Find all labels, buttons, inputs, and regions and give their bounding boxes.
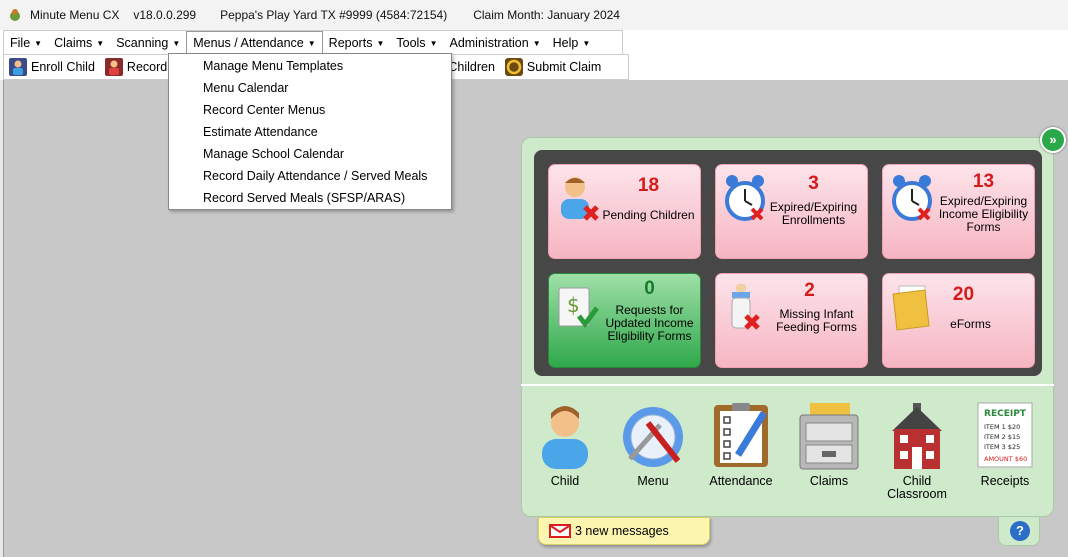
help-tab[interactable]: ? (998, 516, 1040, 546)
menu-administration-label: Administration (449, 35, 529, 50)
tile-count: 2 (804, 280, 815, 301)
menu-help[interactable]: Help ▼ (547, 32, 597, 54)
claim-month: Claim Month: January 2024 (473, 8, 620, 22)
menu-label: Menu (637, 474, 669, 488)
tile-count: 20 (952, 284, 975, 305)
record-icon (104, 58, 123, 76)
claims-button[interactable]: Claims (796, 401, 862, 488)
receipts-label: Receipts (980, 474, 1030, 488)
menu-claims[interactable]: Claims ▼ (48, 32, 110, 54)
enroll-child-label: Enroll Child (31, 60, 95, 74)
messages-label: 3 new messages (575, 524, 669, 538)
menu-estimate-attendance[interactable]: Estimate Attendance (169, 121, 451, 143)
menu-help-label: Help (552, 35, 579, 50)
tile-requests-income-forms[interactable]: $ 0 Requests for Updated Income Eligibil… (548, 273, 701, 368)
tile-pending-children[interactable]: 18 Pending Children (548, 164, 701, 259)
child-classroom-label: Child Classroom (887, 474, 947, 501)
children-label: Children (448, 60, 495, 74)
menu-menus-attendance[interactable]: Menus / Attendance ▼ (186, 30, 323, 55)
tile-label: Requests for Updated Income Eligibility … (605, 303, 694, 343)
svg-text:AMOUNT $60: AMOUNT $60 (984, 455, 1027, 463)
tile-eforms[interactable]: 20 eForms (882, 273, 1035, 368)
menu-menu-calendar[interactable]: Menu Calendar (169, 77, 451, 99)
menu-tools[interactable]: Tools ▼ (390, 32, 443, 54)
envelope-icon (549, 524, 571, 538)
app-version: v18.0.0.299 (133, 8, 197, 22)
menu-file-label: File (10, 35, 31, 50)
submit-claim-label: Submit Claim (526, 60, 602, 74)
alerts-panel: 18 Pending Children 3 Expired/Expiring E… (534, 150, 1042, 376)
tile-label: eForms (950, 317, 991, 331)
svg-text:RECEIPT: RECEIPT (984, 409, 1027, 419)
child-icon (532, 401, 598, 469)
tile-label: Expired/Expiring Enrollments (769, 200, 858, 227)
chevron-down-icon: ▼ (34, 38, 43, 48)
menu-reports-label: Reports (328, 35, 373, 50)
menu-bar: File ▼ Claims ▼ Scanning ▼ Menus / Attendan… (3, 30, 623, 55)
tile-count: 3 (808, 173, 819, 194)
tile-label: Pending Children (602, 208, 695, 222)
claims-label: Claims (809, 474, 849, 488)
submit-claim-button[interactable]: Submit Claim (500, 55, 606, 79)
menu-file[interactable]: File ▼ (4, 32, 48, 54)
svg-text:ITEM 2 $15: ITEM 2 $15 (984, 433, 1020, 441)
enroll-child-button[interactable]: Enroll Child (4, 55, 100, 79)
menu-scanning-label: Scanning (116, 35, 169, 50)
clipboard-checklist-icon (708, 401, 774, 469)
svg-text:ITEM 3 $25: ITEM 3 $25 (984, 443, 1020, 451)
chevron-down-icon: ▼ (532, 38, 541, 48)
child-button[interactable]: Child (532, 401, 598, 488)
chevron-down-icon: ▼ (96, 38, 105, 48)
menu-manage-menu-templates[interactable]: Manage Menu Templates (169, 55, 451, 77)
child-classroom-button[interactable]: Child Classroom (884, 401, 950, 501)
expand-panel-icon[interactable]: » (1040, 127, 1066, 153)
menu-manage-school-calendar[interactable]: Manage School Calendar (169, 143, 451, 165)
child-icon (9, 58, 27, 76)
chevron-down-icon: ▼ (307, 38, 316, 48)
tile-count: 0 (644, 278, 655, 299)
messages-tab[interactable]: 3 new messages (538, 517, 710, 545)
panel-divider (521, 384, 1054, 386)
tile-missing-infant-forms[interactable]: 2 Missing Infant Feeding Forms (715, 273, 868, 368)
tile-expiring-income-forms[interactable]: 13 Expired/Expiring Income Eligibility F… (882, 164, 1035, 259)
plate-fork-knife-icon (620, 401, 686, 469)
file-cabinet-icon (796, 401, 862, 470)
chevron-down-icon: ▼ (582, 38, 591, 48)
app-name: Minute Menu CX (30, 8, 120, 22)
svg-text:ITEM 1 $20: ITEM 1 $20 (984, 423, 1020, 431)
menu-menus-attendance-label: Menus / Attendance (193, 35, 304, 50)
help-icon: ? (1010, 521, 1030, 541)
attendance-label: Attendance (709, 474, 773, 488)
attendance-button[interactable]: Attendance (708, 401, 774, 488)
menu-scanning[interactable]: Scanning ▼ (110, 32, 186, 54)
app-logo-icon (8, 8, 22, 22)
tile-count: 13 (972, 171, 995, 192)
receipts-button[interactable]: RECEIPT ITEM 1 $20 ITEM 2 $15 ITEM 3 $25… (972, 401, 1038, 488)
title-bar: Minute Menu CX v18.0.0.299 Peppa's Play … (0, 0, 1068, 30)
center-name: Peppa's Play Yard TX #9999 (4584:72154) (220, 8, 448, 22)
tile-label: Missing Infant Feeding Forms (776, 307, 857, 334)
child-label: Child (550, 474, 580, 488)
chevron-down-icon: ▼ (429, 38, 438, 48)
chevron-down-icon: ▼ (376, 38, 385, 48)
schoolhouse-icon (884, 401, 950, 469)
menus-attendance-dropdown: Manage Menu Templates Menu Calendar Reco… (168, 53, 452, 210)
menu-administration[interactable]: Administration ▼ (443, 32, 546, 54)
menu-button[interactable]: Menu (620, 401, 686, 488)
tile-expiring-enrollments[interactable]: 3 Expired/Expiring Enrollments (715, 164, 868, 259)
menu-record-center-menus[interactable]: Record Center Menus (169, 99, 451, 121)
receipt-icon: RECEIPT ITEM 1 $20 ITEM 2 $15 ITEM 3 $25… (972, 401, 1038, 469)
menu-tools-label: Tools (396, 35, 426, 50)
menu-record-daily-attendance[interactable]: Record Daily Attendance / Served Meals (169, 165, 451, 187)
submit-claim-icon (504, 58, 523, 76)
menu-record-served-meals[interactable]: Record Served Meals (SFSP/ARAS) (169, 187, 451, 209)
chevron-down-icon: ▼ (172, 38, 181, 48)
tile-label: Expired/Expiring Income Eligibility Form… (938, 194, 1029, 234)
tile-count: 18 (637, 175, 660, 196)
menu-claims-label: Claims (54, 35, 93, 50)
menu-reports[interactable]: Reports ▼ (323, 32, 391, 54)
